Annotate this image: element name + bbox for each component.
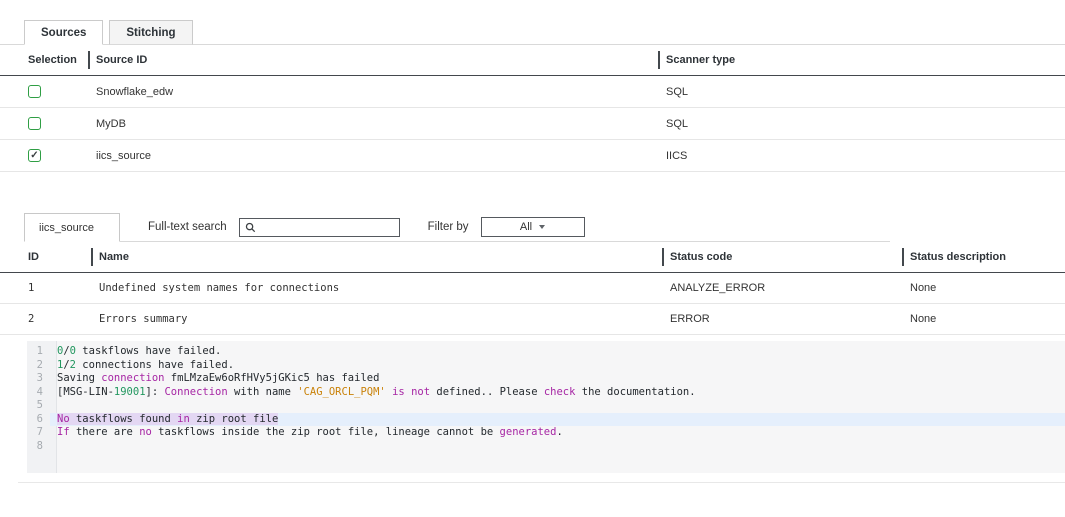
line-number: 8 bbox=[27, 440, 50, 454]
id-cell: 2 bbox=[0, 304, 91, 335]
line-number: 4 bbox=[27, 386, 50, 400]
scanner-type-cell: SQL bbox=[658, 108, 1065, 140]
search-input[interactable] bbox=[261, 220, 394, 234]
results-table-header-row: ID Name Status code Status description bbox=[0, 242, 1065, 273]
tab-stitching[interactable]: Stitching bbox=[109, 20, 192, 45]
line-content: If there are no taskflows inside the zip… bbox=[50, 426, 1065, 440]
scanner-type-cell: SQL bbox=[658, 76, 1065, 108]
line-number: 6 bbox=[27, 413, 50, 427]
log-line: 7If there are no taskflows inside the zi… bbox=[27, 426, 1065, 440]
line-content: [MSG-LIN-19001]: Connection with name 'C… bbox=[50, 386, 1065, 400]
header-divider bbox=[88, 51, 90, 69]
table-row[interactable]: ✓ iics_sourceIICS bbox=[0, 140, 1065, 172]
log-line: 10/0 taskflows have failed. bbox=[27, 345, 1065, 359]
search-icon bbox=[245, 222, 256, 233]
line-number: 7 bbox=[27, 426, 50, 440]
header-scanner-type: Scanner type bbox=[658, 45, 1065, 76]
sources-table: Selection Source ID Scanner type Snowfla… bbox=[0, 45, 1065, 172]
source-id-cell: MyDB bbox=[88, 108, 658, 140]
line-number: 1 bbox=[27, 345, 50, 359]
tab-iics-source[interactable]: iics_source bbox=[24, 213, 120, 242]
status-code-cell: ERROR bbox=[662, 304, 902, 335]
detail-tab-bar: iics_source Full-text search Filter by A… bbox=[24, 213, 890, 242]
log-line: 6 No taskflows found in zip root file bbox=[27, 413, 1065, 427]
header-divider bbox=[91, 248, 93, 266]
main-tab-bar: Sources Stitching bbox=[0, 20, 1065, 45]
results-table: ID Name Status code Status description 1… bbox=[0, 242, 1065, 335]
id-cell: 1 bbox=[0, 273, 91, 304]
check-icon: ✓ bbox=[30, 151, 38, 161]
log-line: 3Saving connection fmLMzaEw6oRfHVy5jGKic… bbox=[27, 372, 1065, 386]
caret-down-icon bbox=[539, 225, 545, 229]
line-content: 1/2 connections have failed. bbox=[50, 359, 1065, 373]
bottom-divider bbox=[18, 482, 1065, 483]
header-divider bbox=[902, 248, 904, 266]
filter-dropdown-value: All bbox=[520, 221, 532, 233]
source-id-cell: Snowflake_edw bbox=[88, 76, 658, 108]
header-status-code: Status code bbox=[662, 242, 902, 273]
header-id: ID bbox=[0, 242, 91, 273]
line-content bbox=[50, 399, 1065, 413]
header-name: Name bbox=[91, 242, 662, 273]
scanner-type-cell: IICS bbox=[658, 140, 1065, 172]
log-line: 5 bbox=[27, 399, 1065, 413]
row-checkbox[interactable] bbox=[28, 117, 41, 130]
table-row[interactable]: 1Undefined system names for connectionsA… bbox=[0, 273, 1065, 304]
header-divider bbox=[658, 51, 660, 69]
line-number: 2 bbox=[27, 359, 50, 373]
status-code-cell: ANALYZE_ERROR bbox=[662, 273, 902, 304]
line-number: 5 bbox=[27, 399, 50, 413]
log-line: 21/2 connections have failed. bbox=[27, 359, 1065, 373]
name-cell: Errors summary bbox=[91, 304, 662, 335]
header-status-description: Status description bbox=[902, 242, 1065, 273]
tab-sources[interactable]: Sources bbox=[24, 20, 103, 45]
filter-dropdown[interactable]: All bbox=[481, 217, 585, 237]
log-line: 4[MSG-LIN-19001]: Connection with name '… bbox=[27, 386, 1065, 400]
table-row[interactable]: MyDBSQL bbox=[0, 108, 1065, 140]
search-box[interactable] bbox=[239, 218, 400, 237]
line-content: 0/0 taskflows have failed. bbox=[50, 345, 1065, 359]
source-id-cell: iics_source bbox=[88, 140, 658, 172]
status-description-cell: None bbox=[902, 273, 1065, 304]
line-content: Saving connection fmLMzaEw6oRfHVy5jGKic5… bbox=[50, 372, 1065, 386]
log-line: 8 bbox=[27, 440, 1065, 454]
row-checkbox[interactable] bbox=[28, 85, 41, 98]
header-source-id: Source ID bbox=[88, 45, 658, 76]
table-row[interactable]: 2Errors summaryERRORNone bbox=[0, 304, 1065, 335]
header-selection: Selection bbox=[0, 45, 88, 76]
selection-cell bbox=[0, 108, 88, 140]
line-content bbox=[50, 440, 1065, 454]
line-content: No taskflows found in zip root file bbox=[50, 413, 1065, 427]
selection-cell bbox=[0, 76, 88, 108]
table-row[interactable]: Snowflake_edwSQL bbox=[0, 76, 1065, 108]
name-cell: Undefined system names for connections bbox=[91, 273, 662, 304]
sources-table-header-row: Selection Source ID Scanner type bbox=[0, 45, 1065, 76]
status-description-cell: None bbox=[902, 304, 1065, 335]
highlighted-text: No taskflows found in zip root file bbox=[57, 413, 278, 425]
full-text-search-label: Full-text search bbox=[148, 221, 227, 233]
header-divider bbox=[662, 248, 664, 266]
line-number: 3 bbox=[27, 372, 50, 386]
selection-cell: ✓ bbox=[0, 140, 88, 172]
row-checkbox[interactable]: ✓ bbox=[28, 149, 41, 162]
filter-by-label: Filter by bbox=[428, 221, 469, 233]
error-log-block: 10/0 taskflows have failed.21/2 connecti… bbox=[27, 341, 1065, 473]
